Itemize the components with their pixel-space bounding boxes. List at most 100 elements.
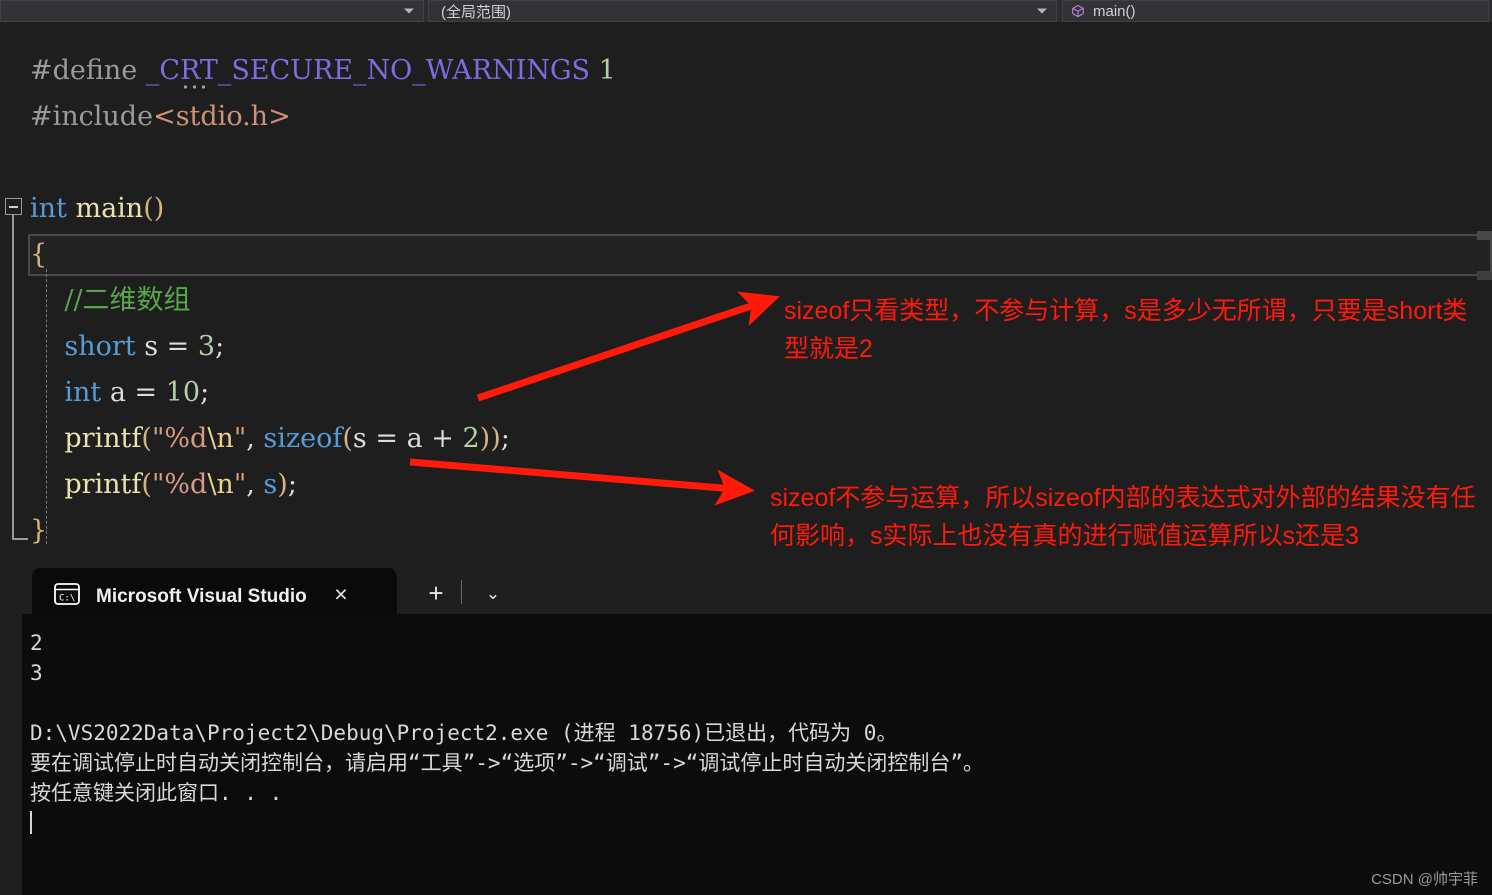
code-token: stdio.h [175,101,269,132]
collapse-scope-foot [12,538,28,540]
console-output-line: 2 [30,631,43,655]
current-line-highlight [28,234,1492,276]
console-output-line: D:\VS2022Data\Project2\Debug\Project2.ex… [30,721,898,745]
code-token: #define [30,55,138,86]
code-line: int main() [30,186,164,232]
project-selector-dropdown[interactable] [0,0,424,22]
code-token: "%d [151,423,208,454]
scope-selector-dropdown[interactable]: (全局范围) [428,0,1057,22]
code-token: , [246,423,264,454]
code-token: s [263,469,278,500]
console-cursor [30,808,1492,838]
code-token: > [268,101,291,132]
svg-text:C:\: C:\ [59,594,75,604]
scope-selector-value: (全局范围) [441,3,511,21]
annotation-sizeof-type: sizeof只看类型，不参与计算，s是多少无所谓，只要是short类型就是2 [784,297,1468,363]
code-token: = [366,423,407,454]
code-token: { [30,239,48,270]
code-line: } [30,508,47,554]
cube-icon [1071,4,1085,18]
code-token: s [352,423,367,454]
chevron-down-icon[interactable]: ⌄ [480,585,506,602]
console-output-line: 要在调试停止时自动关闭控制台，请启用“工具”->“选项”->“调试”->“调试停… [30,751,984,775]
chevron-down-icon [404,8,414,14]
watermark-text: CSDN @帅宇菲 [1371,871,1478,888]
scrollbar-marker[interactable] [1477,271,1492,280]
code-token: \n [207,469,234,500]
code-line: //二维数组 [30,278,191,324]
visual-studio-window: (全局范围) main() #define _CRT_SECURE_NO_WAR… [0,0,1492,895]
editor-navigation-bar: (全局范围) main() [0,0,1492,22]
terminal-tab-debug-console[interactable]: C:\ Microsoft Visual Studio 调试控 × [32,568,397,620]
member-selector-dropdown[interactable]: main() [1062,0,1489,22]
code-token: a [109,377,126,408]
chevron-down-icon [1037,8,1047,14]
code-token: ) [277,469,288,500]
code-line: #include<stdio.h> [30,94,291,140]
scrollbar-marker[interactable] [1477,231,1492,240]
code-token: ( [342,423,353,454]
close-icon[interactable]: × [328,582,354,606]
code-token: printf [64,469,142,500]
annotation-sizeof-noeval: sizeof不参与运算，所以sizeof内部的表达式对外部的结果没有任何影响，s… [770,484,1476,550]
code-token: main [75,193,144,224]
code-line: short s = 3; [30,324,224,370]
code-token: < [153,101,176,132]
code-token: s [144,331,159,362]
toolbar-divider [461,580,462,604]
code-token: //二维数组 [64,285,191,316]
debug-console-panel: C:\ Microsoft Visual Studio 调试控 × + ⌄ 2 3… [22,562,1492,895]
code-token: a [406,423,423,454]
code-token: = [166,331,190,362]
new-terminal-tab-button[interactable]: + [423,580,449,606]
code-token: #include [30,101,154,132]
member-selector-value: main() [1093,2,1136,20]
code-token: _CRT_SECURE_NO_WARNINGS [145,55,591,86]
code-token: 10 [165,377,201,408]
code-token: int [30,193,67,224]
code-token: \n [207,423,234,454]
code-token: ; [500,423,510,454]
code-token: 1 [598,55,616,86]
code-token: printf [64,423,142,454]
collapse-toggle-icon[interactable] [5,198,22,215]
collapse-scope-line [12,215,14,540]
code-line: { [30,232,47,278]
code-token: " [233,423,247,454]
quick-action-hint-icon[interactable] [181,85,207,89]
code-token: "%d [151,469,208,500]
console-output[interactable]: 2 3 D:\VS2022Data\Project2\Debug\Project2.… [22,614,1492,895]
code-token: ; [287,469,297,500]
code-token: sizeof [263,423,343,454]
code-token: 2 [462,423,480,454]
code-token: () [143,193,165,224]
code-line: #define _CRT_SECURE_NO_WARNINGS 1 [30,48,616,94]
code-token: = [134,377,158,408]
terminal-tab-title: Microsoft Visual Studio 调试控 [96,585,308,607]
terminal-tab-bar: C:\ Microsoft Visual Studio 调试控 × + ⌄ [22,562,1492,620]
console-output-line: 3 [30,661,43,685]
console-icon: C:\ [54,583,80,605]
code-token: )) [479,423,501,454]
code-token: } [30,515,48,546]
code-token: " [233,469,247,500]
code-token: + [422,423,463,454]
code-line: int a = 10; [30,370,209,416]
code-token: ( [141,423,152,454]
code-line: printf("%d\n", s); [30,462,297,508]
code-token: 3 [197,331,216,362]
